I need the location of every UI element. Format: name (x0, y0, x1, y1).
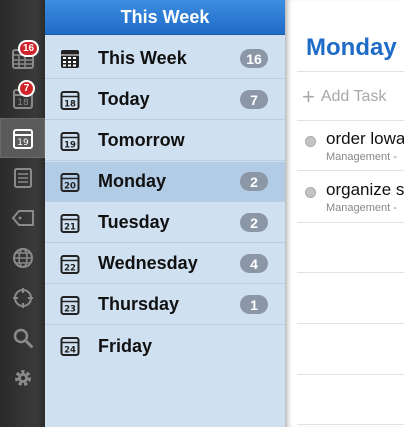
list-item-label: This Week (98, 48, 187, 68)
rail-nearby-button[interactable] (0, 278, 45, 318)
divider (297, 374, 404, 375)
count-badge: 2 (240, 172, 268, 191)
calendar-day-icon: 18 (60, 91, 80, 110)
count-badge: 4 (240, 254, 268, 273)
divider (297, 71, 404, 72)
count-badge: 1 (240, 295, 268, 314)
list-item-friday[interactable]: 24 Friday (45, 326, 285, 366)
panel-title: This Week (45, 0, 285, 35)
calendar-day-icon: 20 (60, 173, 80, 192)
svg-text:23: 23 (64, 305, 76, 315)
svg-text:18: 18 (64, 100, 76, 110)
task-project: Management - (326, 151, 397, 163)
add-task-field[interactable]: + Add Task (302, 86, 386, 108)
rail-settings-button[interactable] (0, 358, 45, 398)
list-item-today[interactable]: 18 Today 7 (45, 80, 285, 120)
week-list-panel: This Week This Week 16 18 Today 7 19 Tom… (45, 0, 285, 427)
list-item-label: Monday (98, 171, 167, 191)
svg-text:21: 21 (64, 223, 76, 233)
list-item-label: Today (98, 89, 150, 109)
rail-search-button[interactable] (0, 318, 45, 358)
task-priority-dot[interactable] (305, 136, 316, 147)
calendar-day-icon: 24 (60, 337, 80, 356)
list-item-label: Tuesday (98, 212, 170, 232)
list-item-tuesday[interactable]: 21 Tuesday 2 (45, 203, 285, 243)
list-item-tomorrow[interactable]: 19 Tomorrow (45, 121, 285, 161)
task-priority-dot[interactable] (305, 187, 316, 198)
task-project: Management - (326, 202, 397, 214)
list-item-wednesday[interactable]: 22 Wednesday 4 (45, 244, 285, 284)
globe-icon (12, 248, 33, 268)
divider (297, 170, 404, 171)
rail-week-days-button[interactable]: 19 (0, 118, 45, 158)
rail-today-button[interactable]: 18 7 (0, 78, 45, 118)
list-item-label: Friday (98, 335, 153, 356)
count-badge: 16 (240, 49, 268, 68)
svg-text:18: 18 (17, 98, 29, 108)
divider (297, 323, 404, 324)
gear-icon (14, 370, 31, 386)
crosshair-icon (12, 288, 33, 308)
add-task-placeholder: Add Task (320, 88, 387, 105)
svg-text:19: 19 (17, 138, 29, 148)
svg-text:20: 20 (64, 182, 76, 192)
list-item-this-week[interactable]: This Week 16 (45, 39, 285, 79)
rail-this-week-button[interactable]: 16 (0, 38, 45, 78)
page-title: Monday (306, 34, 397, 61)
list-item-label: Tomorrow (98, 130, 185, 150)
search-icon (13, 328, 33, 348)
calendar-day-icon: 22 (60, 255, 80, 274)
tag-icon (11, 210, 34, 226)
calendar-day-icon: 19 (12, 129, 33, 149)
calendar-day-icon: 23 (60, 296, 80, 315)
list-item-label: Thursday (98, 294, 180, 314)
rail-locations-button[interactable] (0, 238, 45, 278)
task-detail-panel: Monday + Add Task order lowa Management … (285, 0, 404, 427)
list-item-label: Wednesday (98, 253, 198, 273)
svg-text:22: 22 (64, 264, 76, 274)
list-item-monday[interactable]: 20 Monday 2 (45, 162, 285, 202)
list-item-thursday[interactable]: 23 Thursday 1 (45, 285, 285, 325)
divider (297, 120, 404, 121)
rail-tags-button[interactable] (0, 198, 45, 238)
calendar-day-icon: 19 (60, 132, 80, 151)
count-badge: 7 (240, 90, 268, 109)
divider (297, 222, 404, 223)
divider (297, 272, 404, 273)
today-badge: 7 (18, 80, 35, 97)
calendar-grid-icon (61, 50, 79, 68)
task-name: order lowa (326, 129, 404, 148)
plus-icon: + (302, 84, 315, 109)
this-week-badge: 16 (18, 40, 40, 57)
rail-lists-button[interactable] (0, 158, 45, 198)
sidebar-rail: 16 18 7 19 (0, 0, 45, 427)
list-icon (13, 168, 32, 188)
svg-text:24: 24 (64, 346, 76, 356)
divider (297, 424, 404, 425)
svg-text:19: 19 (64, 141, 76, 151)
calendar-day-icon: 21 (60, 214, 80, 233)
task-name: organize s (326, 180, 404, 199)
count-badge: 2 (240, 213, 268, 232)
